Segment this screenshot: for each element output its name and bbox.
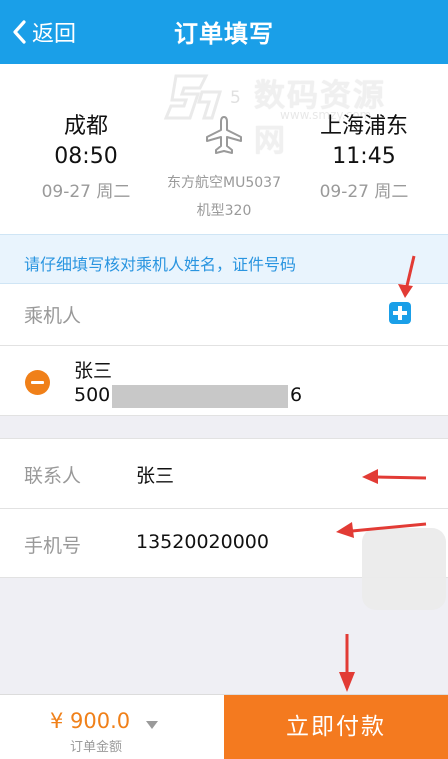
passenger-name: 张三	[74, 360, 113, 382]
departure-city: 成都	[63, 114, 108, 139]
phone-field[interactable]: 13520020000	[136, 531, 269, 553]
page-title: 订单填写	[174, 20, 274, 48]
passenger-id-suffix: 6	[290, 384, 303, 406]
annotation-arrow-down-icon	[339, 634, 355, 692]
passenger-item: 张三 500 6	[0, 346, 448, 416]
airline-flight-number: 东方航空MU5037	[167, 175, 281, 191]
arrival-time: 11:45	[332, 144, 396, 169]
notice-banner: 请仔细填写核对乘机人姓名，证件号码	[0, 234, 448, 284]
departure-time: 08:50	[54, 144, 118, 169]
add-passenger-button[interactable]	[389, 302, 411, 324]
aircraft-model: 机型320	[196, 203, 252, 219]
watermark-partial-text: 5	[230, 88, 241, 108]
annotation-arrow-left-icon	[336, 522, 427, 538]
contact-person-field[interactable]: 张三	[136, 461, 174, 488]
phone-label: 手机号	[24, 535, 82, 557]
passenger-id-prefix: 500	[74, 384, 111, 406]
airplane-icon	[206, 116, 242, 154]
passenger-id-redaction	[112, 385, 288, 408]
pay-now-button[interactable]: 立即付款	[224, 695, 448, 759]
nav-bar: 返回 订单填写	[0, 0, 448, 64]
remove-passenger-button[interactable]	[25, 370, 50, 395]
contact-person-label: 联系人	[24, 465, 82, 487]
passenger-section-header: 乘机人	[0, 284, 448, 346]
departure-date: 09-27 周二	[41, 182, 131, 202]
chevron-down-icon[interactable]	[146, 721, 158, 729]
passenger-label: 乘机人	[24, 305, 82, 327]
arrival-city: 上海浦东	[319, 114, 408, 139]
annotation-arrow-left-icon	[362, 469, 427, 484]
order-amount-label: 订单金额	[70, 740, 123, 755]
bottom-bar: ¥ 900.0 订单金额 立即付款	[0, 694, 448, 759]
annotation-arrow-down-icon	[398, 255, 416, 298]
arrival-date: 09-27 周二	[319, 182, 409, 202]
order-amount: ¥ 900.0	[50, 709, 131, 733]
